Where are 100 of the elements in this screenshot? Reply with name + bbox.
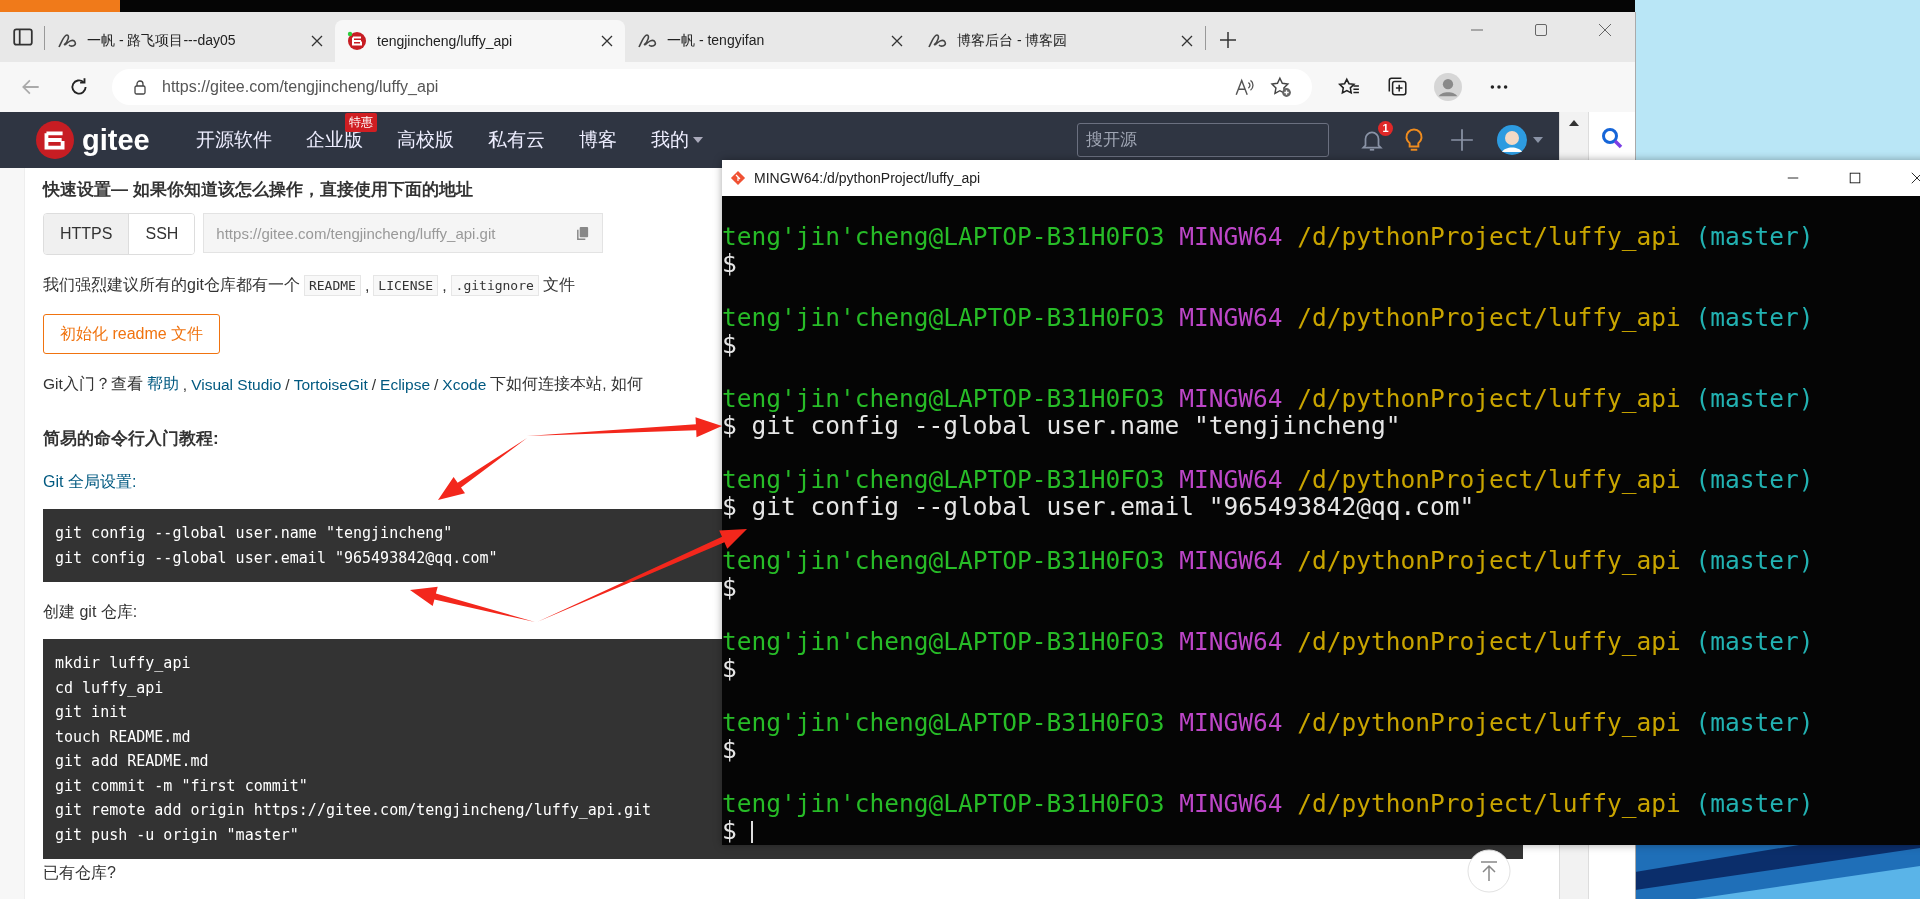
- section-label: 创建 git 仓库:: [43, 602, 138, 622]
- site-logo[interactable]: gitee: [82, 123, 150, 157]
- plus-icon[interactable]: [1449, 127, 1475, 153]
- browser-tab[interactable]: 一帆 - tengyifan: [625, 20, 915, 62]
- search-field[interactable]: 搜开源: [1077, 123, 1329, 157]
- gitee-logo-icon: [36, 121, 74, 159]
- link[interactable]: Eclipse: [380, 375, 430, 394]
- scroll-up-icon[interactable]: [1569, 120, 1579, 126]
- prompt-shell: MINGW64: [1179, 789, 1283, 818]
- browser-tab[interactable]: 一帆 - 路飞项目---day05: [45, 20, 335, 62]
- code-line: git config --global user.name "tengjincheng": [55, 523, 453, 544]
- code-line: mkdir luffy_api: [55, 653, 191, 674]
- close-icon[interactable]: [891, 35, 903, 47]
- section-heading: 快速设置— 如果你知道该怎么操作，直接使用下面的地址: [43, 179, 473, 201]
- prompt-shell: MINGW64: [1179, 222, 1283, 251]
- prompt-path: /d/pythonProject/luffy_api: [1297, 627, 1681, 656]
- prompt-path: /d/pythonProject/luffy_api: [1297, 789, 1681, 818]
- prompt-user: teng'jin'cheng@LAPTOP-B31H0FO3: [722, 222, 1165, 251]
- prompt-user: teng'jin'cheng@LAPTOP-B31H0FO3: [722, 708, 1165, 737]
- avatar-icon[interactable]: [1497, 125, 1527, 155]
- command-line: $: [722, 573, 737, 602]
- prompt-shell: MINGW64: [1179, 546, 1283, 575]
- promo-badge: 特惠: [344, 113, 377, 132]
- command-line: $: [722, 735, 737, 764]
- tab-actions-icon[interactable]: [12, 26, 34, 48]
- text: Git入门？查看: [43, 374, 143, 394]
- section-label: 已有仓库?: [43, 863, 116, 883]
- text: 下如何连接本站, 如何: [490, 374, 643, 394]
- link[interactable]: Visual Studio: [191, 375, 282, 394]
- code-line: git init: [55, 702, 128, 723]
- add-favorite-icon[interactable]: [1270, 76, 1292, 98]
- inline-code: LICENSE: [373, 275, 439, 296]
- window-title: MINGW64:/d/pythonProject/luffy_api: [754, 170, 981, 186]
- protocol-tab[interactable]: HTTPS: [44, 214, 130, 254]
- lock-icon: [132, 79, 148, 95]
- prompt-path: /d/pythonProject/luffy_api: [1297, 465, 1681, 494]
- new-tab-icon[interactable]: [1218, 30, 1238, 50]
- link[interactable]: TortoiseGit: [293, 375, 368, 394]
- browser-tab[interactable]: tengjincheng/luffy_api: [335, 20, 625, 62]
- nav-link[interactable]: 高校版: [396, 127, 454, 153]
- close-icon[interactable]: [1181, 35, 1193, 47]
- browser-tab[interactable]: 博客后台 - 博客园: [915, 20, 1205, 62]
- collections-icon[interactable]: [1386, 76, 1408, 98]
- nav-link[interactable]: 博客: [578, 127, 617, 153]
- command-line: $ git config --global user.email "965493842@qq.com": [722, 492, 1475, 521]
- text: 文件: [542, 275, 575, 295]
- section-heading: 简易的命令行入门教程:: [43, 428, 219, 450]
- prompt-user: teng'jin'cheng@LAPTOP-B31H0FO3: [722, 465, 1165, 494]
- caret-icon[interactable]: [692, 137, 703, 143]
- command-line: $: [722, 249, 737, 278]
- prompt-shell: MINGW64: [1179, 708, 1283, 737]
- read-aloud-icon[interactable]: [1234, 76, 1256, 98]
- prompt-branch: (master): [1695, 708, 1814, 737]
- terminal[interactable]: [722, 196, 1920, 845]
- text: /: [371, 375, 377, 394]
- prompt-path: /d/pythonProject/luffy_api: [1297, 222, 1681, 251]
- code-line: git add README.md: [55, 751, 209, 772]
- link[interactable]: Xcode: [442, 375, 487, 394]
- prompt-shell: MINGW64: [1179, 384, 1283, 413]
- code-line: git remote add origin https://gitee.com/tengjincheng/luffy_api.git: [55, 800, 652, 821]
- prompt-branch: (master): [1695, 546, 1814, 575]
- maximize-icon[interactable]: [1533, 22, 1549, 38]
- copy-icon[interactable]: [575, 225, 591, 241]
- text: ,: [442, 276, 447, 295]
- search-icon[interactable]: [1600, 126, 1624, 150]
- code-line: git commit -m "first commit": [55, 775, 308, 797]
- link[interactable]: 帮助: [146, 374, 179, 395]
- back-to-top-icon[interactable]: [1467, 849, 1511, 893]
- text: 我们强烈建议所有的git仓库都有一个: [43, 275, 300, 295]
- prompt-path: /d/pythonProject/luffy_api: [1297, 546, 1681, 575]
- profile-icon[interactable]: [1434, 73, 1462, 101]
- close-icon[interactable]: [601, 35, 613, 47]
- prompt-shell: MINGW64: [1179, 303, 1283, 332]
- close-icon[interactable]: [1910, 171, 1920, 185]
- section-label: Git 全局设置:: [43, 472, 137, 492]
- caret-icon[interactable]: [1533, 137, 1543, 143]
- prompt-shell: MINGW64: [1179, 627, 1283, 656]
- prompt-branch: (master): [1695, 303, 1814, 332]
- close-icon[interactable]: [311, 35, 323, 47]
- text: /: [285, 375, 290, 394]
- command-line: $ git config --global user.name "tengjincheng": [722, 411, 1401, 440]
- text: ,: [182, 375, 188, 394]
- nav-link[interactable]: 私有云: [487, 127, 545, 153]
- text: /: [434, 375, 439, 394]
- prompt-branch: (master): [1695, 384, 1814, 413]
- inline-code: README: [303, 275, 361, 296]
- prompt-user: teng'jin'cheng@LAPTOP-B31H0FO3: [722, 303, 1165, 332]
- command-line: $: [722, 816, 737, 845]
- maximize-icon[interactable]: [1848, 171, 1862, 185]
- prompt-branch: (master): [1695, 465, 1814, 494]
- nav-link[interactable]: 我的: [650, 127, 689, 153]
- prompt-user: teng'jin'cheng@LAPTOP-B31H0FO3: [722, 627, 1165, 656]
- prompt-user: teng'jin'cheng@LAPTOP-B31H0FO3: [722, 546, 1165, 575]
- nav-link[interactable]: 开源软件: [195, 127, 272, 153]
- prompt-user: teng'jin'cheng@LAPTOP-B31H0FO3: [722, 384, 1165, 413]
- address-field[interactable]: https://gitee.com/tengjincheng/luffy_api: [112, 69, 1312, 105]
- command-line: $: [722, 330, 737, 359]
- code-line: git config --global user.email "965493842@qq.com": [55, 547, 498, 569]
- command-line: $: [722, 654, 737, 683]
- text: ,: [364, 276, 370, 295]
